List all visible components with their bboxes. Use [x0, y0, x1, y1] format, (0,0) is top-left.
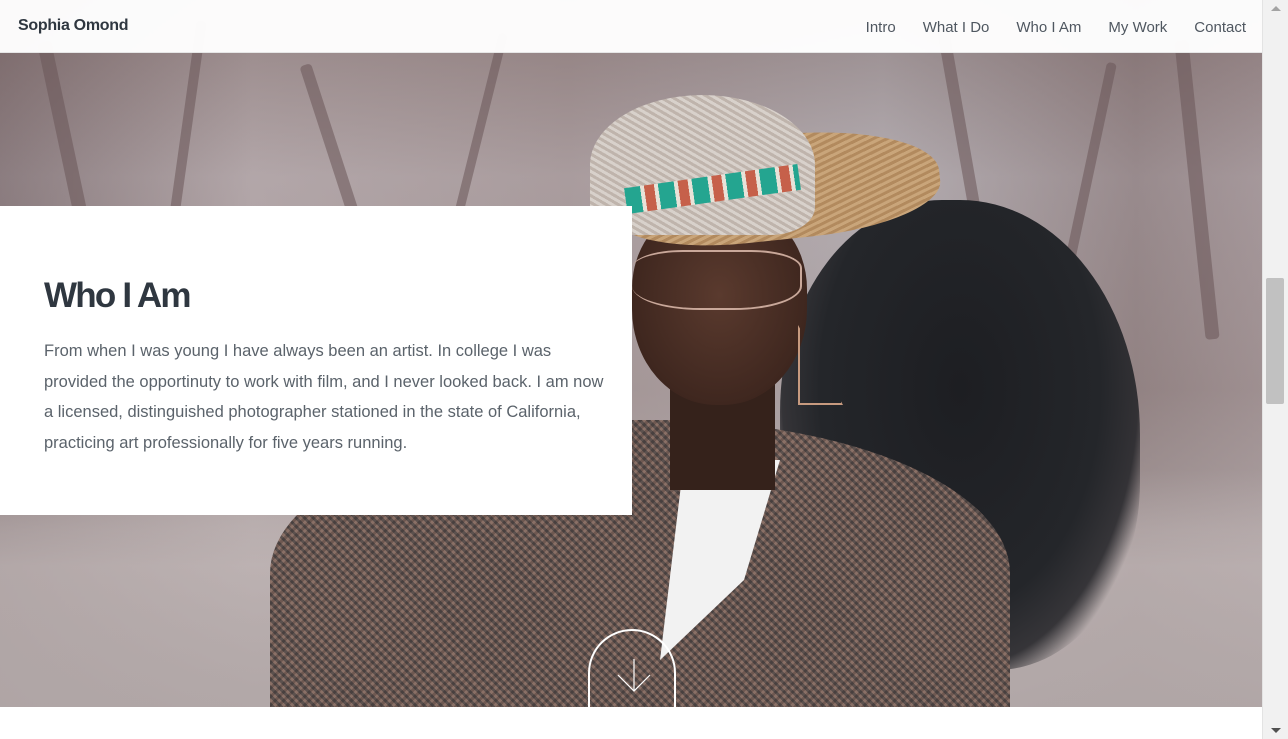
vertical-scrollbar[interactable]: [1262, 0, 1288, 739]
scroll-down-arrow-icon[interactable]: [1271, 728, 1281, 733]
nav-item-contact[interactable]: Contact: [1194, 19, 1246, 36]
scrollbar-thumb[interactable]: [1266, 278, 1284, 404]
chevron-down-icon: [617, 659, 651, 692]
site-brand[interactable]: Sophia Omond: [18, 17, 128, 35]
page-viewport: Sophia Omond Intro What I Do Who I Am My…: [0, 0, 1262, 739]
section-title: Who I Am: [44, 276, 191, 315]
nav-item-intro[interactable]: Intro: [866, 19, 896, 36]
nav-item-who-i-am[interactable]: Who I Am: [1016, 19, 1081, 36]
nav-item-what-i-do[interactable]: What I Do: [923, 19, 990, 36]
scroll-up-arrow-icon[interactable]: [1271, 6, 1281, 11]
section-body: From when I was young I have always been…: [44, 342, 604, 452]
main-nav: Intro What I Do Who I Am My Work Contact: [866, 19, 1246, 36]
tree-trunk: [1174, 40, 1220, 340]
site-header: Sophia Omond Intro What I Do Who I Am My…: [0, 0, 1262, 53]
scroll-down-button[interactable]: [588, 629, 676, 719]
who-i-am-card: Who I Am From when I was young I have al…: [0, 206, 632, 515]
glasses: [632, 250, 802, 310]
nav-item-my-work[interactable]: My Work: [1108, 19, 1167, 36]
